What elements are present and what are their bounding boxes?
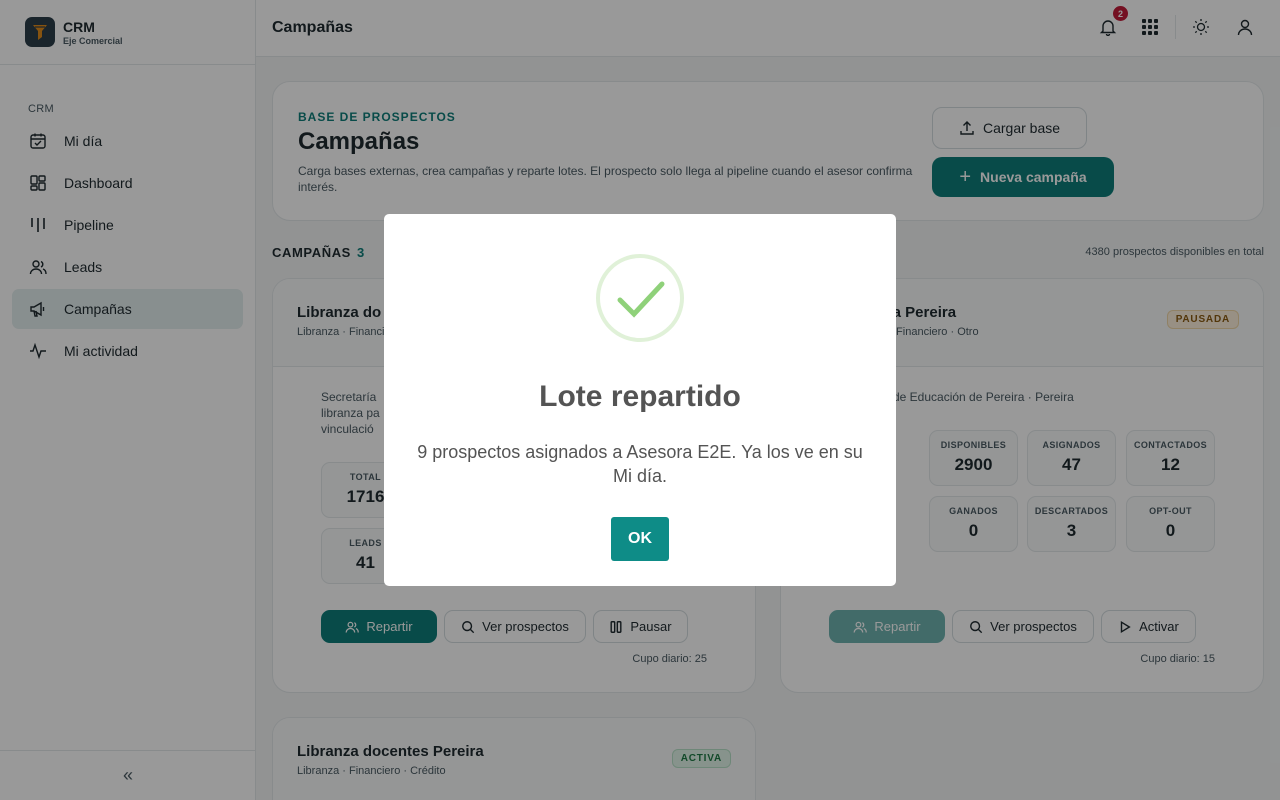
success-dialog: Lote repartido 9 prospectos asignados a … bbox=[384, 214, 896, 586]
dialog-message: 9 prospectos asignados a Asesora E2E. Ya… bbox=[417, 442, 863, 486]
ok-button[interactable]: OK bbox=[611, 517, 669, 561]
dialog-title: Lote repartido bbox=[539, 380, 741, 413]
checkmark-icon bbox=[617, 281, 665, 318]
